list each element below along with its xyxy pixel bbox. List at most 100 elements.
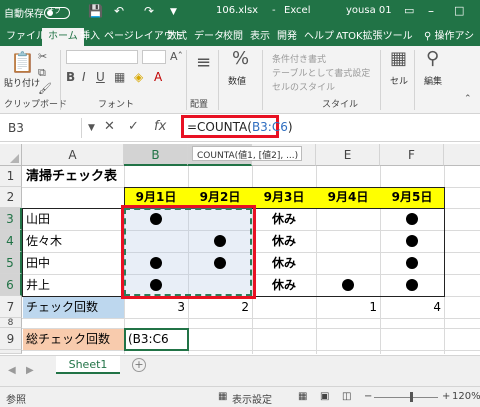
cell-styles-button[interactable]: セルのスタイル [272, 80, 335, 93]
row-header-2[interactable]: 2 [0, 187, 22, 208]
sheet-tab-sheet1[interactable]: Sheet1 [56, 356, 120, 374]
font-name-box[interactable] [66, 50, 138, 64]
customize-qat-icon[interactable]: ▼ [170, 7, 177, 17]
next-sheet-icon[interactable]: ▶ [26, 365, 34, 376]
zoom-slider-track[interactable] [374, 397, 438, 398]
tab-insert[interactable]: 挿入 [80, 28, 100, 46]
conditional-format-button[interactable]: 条件付き書式 [272, 52, 326, 65]
tab-view[interactable]: 表示 [250, 28, 270, 46]
day-off-cell[interactable]: 休み [252, 255, 316, 271]
row-header-4[interactable]: 4 [0, 230, 22, 252]
alignment-icon[interactable]: ≡ [196, 52, 211, 73]
minimize-icon[interactable]: – [428, 4, 434, 18]
tab-atok[interactable]: ATOK拡張ツール [336, 28, 413, 46]
tab-review[interactable]: 校閲 [223, 28, 243, 46]
date-header[interactable]: 9月2日 [188, 189, 252, 205]
row-header-5[interactable]: 5 [0, 252, 22, 274]
column-header-a[interactable]: A [22, 144, 124, 166]
day-off-cell[interactable]: 休み [252, 211, 316, 227]
formula-input[interactable]: =COUNTA(B3:C6) [181, 115, 293, 138]
find-icon[interactable]: ⚲ [426, 48, 439, 69]
save-icon[interactable]: 💾 [88, 4, 103, 18]
normal-view-icon[interactable]: ▦ [298, 391, 307, 402]
cut-icon[interactable]: ✂ [38, 50, 47, 63]
zoom-level[interactable]: 120% [452, 391, 480, 402]
count-cell[interactable]: 2 [188, 299, 249, 315]
grow-font-icon[interactable]: Aˆ [170, 50, 183, 63]
paste-icon[interactable]: 📋 [10, 50, 35, 74]
cells-button[interactable]: セル [390, 74, 408, 87]
row-header-1[interactable]: 1 [0, 166, 22, 187]
date-header[interactable]: 9月4日 [316, 189, 380, 205]
underline-icon[interactable]: U [96, 70, 105, 84]
number-format-button[interactable]: 数値 [228, 74, 246, 87]
select-all-button[interactable] [0, 144, 22, 166]
day-off-cell[interactable]: 休み [252, 233, 316, 249]
row-header-8[interactable]: 8 [0, 318, 22, 328]
column-header-e[interactable]: E [316, 144, 380, 166]
enter-button[interactable]: ✓ [128, 119, 139, 134]
tab-tell-me[interactable]: ⚲ 操作アシ [424, 28, 474, 46]
name-box-dropdown-icon[interactable]: ▼ [88, 123, 95, 133]
row-header-10[interactable]: 10 [0, 350, 22, 354]
date-header[interactable]: 9月3日 [252, 189, 316, 205]
check-count-label[interactable]: チェック回数 [26, 299, 98, 315]
count-cell[interactable]: 1 [316, 299, 377, 315]
display-settings-button[interactable]: 表示設定 [232, 391, 272, 406]
format-painter-icon[interactable]: 🖌 [38, 82, 52, 95]
display-settings-icon[interactable]: ▦ [218, 391, 227, 402]
name-cell[interactable]: 佐々木 [26, 233, 62, 249]
zoom-in-button[interactable]: + [442, 391, 450, 402]
font-size-box[interactable] [142, 50, 166, 64]
cancel-button[interactable]: ✕ [104, 119, 115, 134]
date-header[interactable]: 9月5日 [380, 189, 444, 205]
tab-help[interactable]: ヘルプ [304, 28, 334, 46]
sheet-title[interactable]: 清掃チェック表 [26, 169, 117, 185]
name-cell[interactable]: 山田 [26, 211, 50, 227]
collapse-ribbon-icon[interactable]: ⌃ [464, 94, 472, 104]
edit-button[interactable]: 編集 [424, 74, 442, 87]
format-as-table-button[interactable]: テーブルとして書式設定 [272, 66, 370, 79]
count-cell[interactable]: 3 [124, 299, 185, 315]
maximize-icon[interactable]: □ [454, 4, 464, 17]
border-icon[interactable]: ▦ [114, 70, 125, 84]
number-format-icon[interactable]: % [232, 48, 249, 69]
bold-icon[interactable]: B [66, 70, 75, 84]
date-header[interactable]: 9月1日 [124, 189, 188, 205]
row-header-6[interactable]: 6 [0, 274, 22, 296]
paste-button[interactable]: 貼り付け [4, 76, 40, 89]
tab-data[interactable]: データ [194, 28, 224, 46]
copy-icon[interactable]: ⧉ [38, 66, 46, 80]
font-color-icon[interactable]: A [154, 70, 162, 84]
column-header-b[interactable]: B [124, 144, 188, 166]
ribbon-display-icon[interactable]: ▭ [404, 4, 414, 17]
total-check-label[interactable]: 総チェック回数 [26, 331, 110, 347]
day-off-cell[interactable]: 休み [252, 277, 316, 293]
prev-sheet-icon[interactable]: ◀ [8, 365, 16, 376]
name-box[interactable]: B3 [4, 118, 82, 138]
insert-function-button[interactable]: fx [154, 119, 166, 134]
name-cell[interactable]: 井上 [26, 277, 50, 293]
tab-developer[interactable]: 開発 [277, 28, 297, 46]
add-sheet-button[interactable]: + [132, 358, 146, 372]
fill-color-icon[interactable]: ◈ [134, 70, 143, 84]
tab-file[interactable]: ファイル [6, 28, 46, 46]
italic-icon[interactable]: I [82, 70, 86, 84]
page-layout-view-icon[interactable]: ▣ [320, 391, 329, 402]
row-header-7[interactable]: 7 [0, 296, 22, 318]
row-header-9[interactable]: 9 [0, 328, 22, 350]
zoom-out-button[interactable]: − [364, 391, 372, 402]
tab-home[interactable]: ホーム [42, 28, 84, 46]
cells-icon[interactable]: ▦ [390, 48, 407, 69]
redo-icon[interactable]: ↷ [144, 4, 154, 18]
page-break-view-icon[interactable]: ◫ [342, 391, 351, 402]
name-cell[interactable]: 田中 [26, 255, 50, 271]
title-bar: 自動保存 オフ 💾 ↶ ↷ ▼ 106.xlsx - Excel yousa 0… [0, 0, 480, 26]
tab-formulas[interactable]: 数式 [167, 28, 187, 46]
zoom-slider-thumb[interactable] [410, 392, 413, 402]
count-cell[interactable]: 4 [380, 299, 441, 315]
undo-icon[interactable]: ↶ [114, 4, 124, 18]
editing-cell-text[interactable]: (B3:C6 [128, 331, 169, 347]
row-header-3[interactable]: 3 [0, 208, 22, 230]
column-header-f[interactable]: F [380, 144, 444, 166]
